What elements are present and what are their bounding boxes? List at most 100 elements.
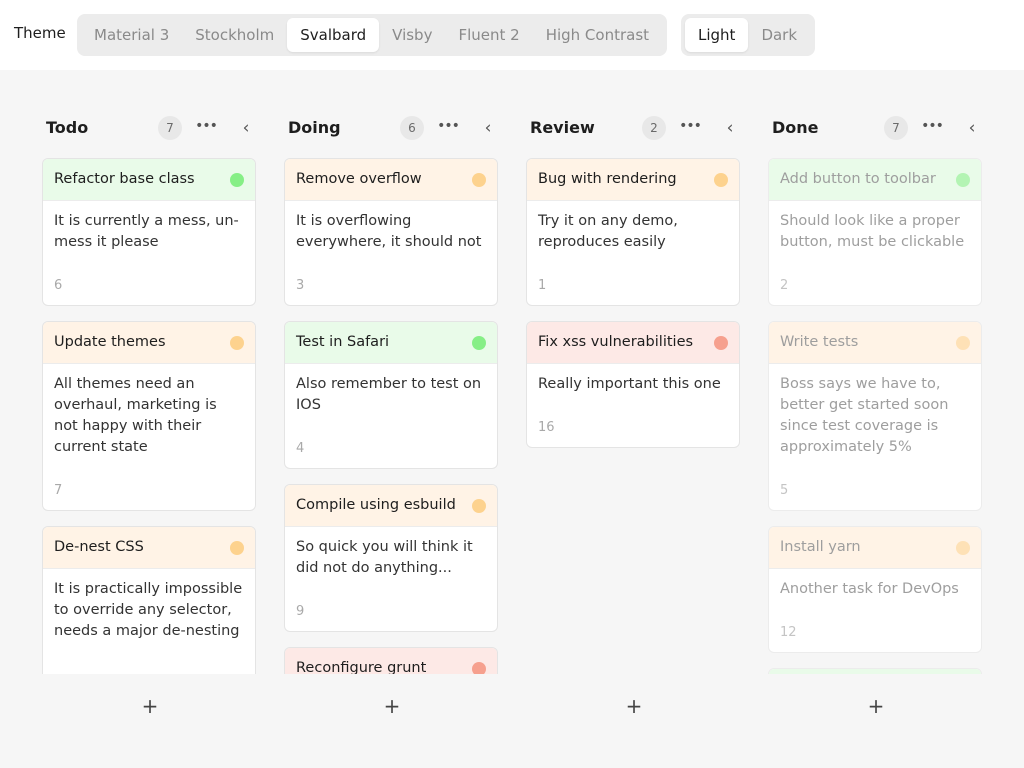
priority-dot-icon (230, 173, 244, 187)
add-card-button[interactable]: + (380, 694, 404, 718)
priority-dot-icon (472, 499, 486, 513)
add-card-button[interactable]: + (138, 694, 162, 718)
priority-dot-icon (956, 336, 970, 350)
card-description: It is currently a mess, un-mess it pleas… (54, 213, 239, 250)
priority-dot-icon (714, 336, 728, 350)
card-description: Another task for DevOps (780, 581, 959, 597)
card-description: Also remember to test on IOS (296, 376, 482, 413)
add-card-button[interactable]: + (864, 694, 888, 718)
task-card[interactable]: De-nest CSS It is practically impossible … (42, 526, 256, 674)
card-title: Fix xss vulnerabilities (538, 334, 694, 350)
card-description: It is practically impossible to override… (54, 581, 243, 639)
card-description: Should look like a proper button, must b… (780, 213, 965, 250)
card-title: Update themes (54, 334, 166, 350)
priority-dot-icon (956, 541, 970, 555)
card-description: It is overflowing everywhere, it should … (296, 213, 482, 250)
priority-dot-icon (472, 662, 486, 674)
card-header: Add button to toolbar (769, 159, 981, 201)
card-points: 3 (296, 278, 305, 293)
theme-option-high-contrast[interactable]: High Contrast (533, 18, 662, 52)
task-card[interactable]: Update themes All themes need an overhaul… (42, 321, 256, 511)
priority-dot-icon (472, 173, 486, 187)
chevron-left-icon[interactable]: ‹ (476, 116, 500, 140)
card-list: Remove overflow It is overflowing everywh… (284, 158, 498, 674)
task-card[interactable]: Reconfigure grunt (284, 647, 498, 674)
task-card[interactable] (768, 668, 982, 674)
task-card[interactable]: Remove overflow It is overflowing everywh… (284, 158, 498, 306)
card-description: Really important this one (538, 376, 721, 392)
column-header: Done 7 ••• ‹ (768, 114, 982, 142)
card-title: Compile using esbuild (296, 497, 456, 513)
add-card-button[interactable]: + (622, 694, 646, 718)
priority-dot-icon (230, 336, 244, 350)
task-card[interactable]: Test in Safari Also remember to test on I… (284, 321, 498, 469)
task-card[interactable]: Add button to toolbar Should look like a … (768, 158, 982, 306)
card-description: Try it on any demo, reproduces easily (538, 213, 678, 250)
ellipsis-icon[interactable]: ••• (436, 116, 460, 140)
ellipsis-icon[interactable]: ••• (194, 116, 218, 140)
card-points: 7 (54, 483, 63, 498)
task-card[interactable]: Fix xss vulnerabilities Really important … (526, 321, 740, 448)
theme-option-visby[interactable]: Visby (379, 18, 445, 52)
chevron-left-icon[interactable]: ‹ (718, 116, 742, 140)
card-header: De-nest CSS (43, 527, 255, 569)
card-points: 5 (780, 483, 789, 498)
card-title: Add button to toolbar (780, 171, 936, 187)
theme-option-fluent-2[interactable]: Fluent 2 (445, 18, 532, 52)
priority-dot-icon (956, 173, 970, 187)
card-points: 4 (296, 441, 305, 456)
chevron-left-icon[interactable]: ‹ (960, 116, 984, 140)
card-points: 1 (538, 278, 547, 293)
task-card[interactable]: Compile using esbuild So quick you will t… (284, 484, 498, 632)
card-title: De-nest CSS (54, 539, 144, 555)
ellipsis-icon[interactable]: ••• (920, 116, 944, 140)
card-points: 16 (538, 420, 555, 435)
priority-dot-icon (230, 541, 244, 555)
column-header: Review 2 ••• ‹ (526, 114, 740, 142)
card-list: Add button to toolbar Should look like a … (768, 158, 982, 674)
task-card[interactable]: Write tests Boss says we have to, better … (768, 321, 982, 511)
card-header: Test in Safari (285, 322, 497, 364)
theme-label: Theme (14, 24, 66, 42)
card-header: Bug with rendering (527, 159, 739, 201)
theme-option-stockholm[interactable]: Stockholm (182, 18, 287, 52)
card-title: Refactor base class (54, 171, 195, 187)
column-title: Doing (288, 118, 341, 137)
mode-option-dark[interactable]: Dark (748, 18, 810, 52)
theme-toolbar: Theme Material 3 Stockholm Svalbard Visb… (0, 0, 1024, 70)
mode-option-light[interactable]: Light (685, 18, 749, 52)
card-title: Remove overflow (296, 171, 422, 187)
card-header: Fix xss vulnerabilities (527, 322, 739, 364)
column-done: Done 7 ••• ‹ Add button to toolbar Should loo… (768, 70, 982, 768)
theme-option-material-3[interactable]: Material 3 (81, 18, 182, 52)
priority-dot-icon (714, 173, 728, 187)
column-header: Todo 7 ••• ‹ (42, 114, 256, 142)
column-header: Doing 6 ••• ‹ (284, 114, 498, 142)
card-header: Install yarn (769, 527, 981, 569)
card-header: Update themes (43, 322, 255, 364)
card-list: Bug with rendering Try it on any demo, re… (526, 158, 740, 674)
kanban-board: Todo 7 ••• ‹ Refactor base class It is curren… (0, 70, 1024, 768)
mode-selector: Light Dark (681, 14, 815, 56)
chevron-left-icon[interactable]: ‹ (234, 116, 258, 140)
card-header: Write tests (769, 322, 981, 364)
column-todo: Todo 7 ••• ‹ Refactor base class It is curren… (42, 70, 256, 768)
card-description: So quick you will think it did not do an… (296, 539, 473, 576)
task-card[interactable]: Bug with rendering Try it on any demo, re… (526, 158, 740, 306)
card-title: Reconfigure grunt (296, 660, 427, 674)
task-card[interactable]: Refactor base class It is currently a mes… (42, 158, 256, 306)
card-points: 9 (296, 604, 305, 619)
card-description: All themes need an overhaul, marketing i… (54, 376, 217, 455)
column-title: Done (772, 118, 819, 137)
column-count-badge: 6 (400, 116, 424, 140)
task-card[interactable]: Install yarn Another task for DevOps 12 (768, 526, 982, 653)
card-title: Write tests (780, 334, 859, 350)
theme-option-svalbard[interactable]: Svalbard (287, 18, 380, 52)
priority-dot-icon (472, 336, 486, 350)
card-header: Remove overflow (285, 159, 497, 201)
column-count-badge: 7 (158, 116, 182, 140)
column-count-badge: 7 (884, 116, 908, 140)
column-doing: Doing 6 ••• ‹ Remove overflow It is overflowi… (284, 70, 498, 768)
ellipsis-icon[interactable]: ••• (678, 116, 702, 140)
card-title: Install yarn (780, 539, 861, 555)
